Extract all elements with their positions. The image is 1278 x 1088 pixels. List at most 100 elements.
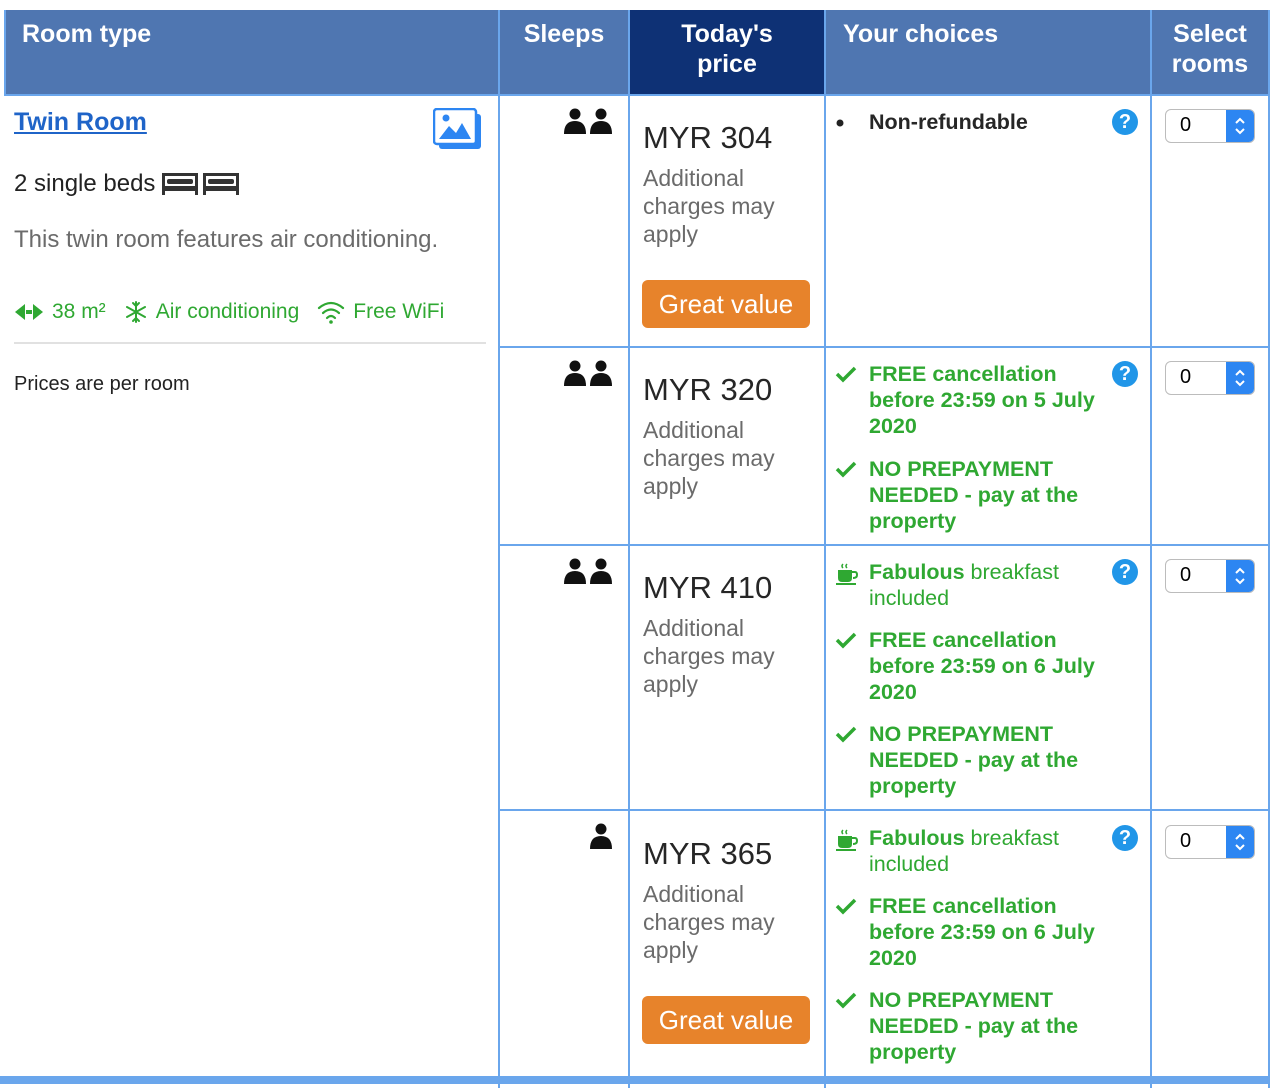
grid-line [1150,10,1152,1088]
header-sleeps-label: Sleeps [523,20,605,48]
header-todays-price: Today's price [630,10,824,96]
breakfast-strong: Fabulous [869,826,965,850]
facility-list: 38 m² Air conditioning Free WiFi [14,300,462,324]
facility-wifi: Free WiFi [317,300,444,324]
great-value-badge: Great value [642,280,810,328]
grid-line [628,10,630,1088]
room-quantity-value: 0 [1180,366,1192,388]
choice-no-prepayment: NO PREPAYMENT NEEDED - pay at the proper… [835,456,1105,534]
choice-non-refundable: Non-refundable [835,109,1105,135]
facility-air-conditioning-text: Air conditioning [155,300,300,323]
room-quantity-value: 0 [1180,564,1192,586]
checkmark-icon [835,361,869,383]
checkmark-icon [835,721,869,743]
header-select-line1: Select [1173,20,1247,48]
grid-line [1268,10,1270,1088]
room-quantity-value: 0 [1180,830,1192,852]
snowflake-icon [125,301,146,323]
additional-charges-note: Additional charges may apply [643,417,775,499]
header-sleeps: Sleeps [500,10,628,96]
price-amount: MYR 304 [643,120,773,155]
help-icon[interactable]: ? [1112,559,1138,585]
additional-charges-note: Additional charges may apply [643,165,775,247]
sleeps-2-icon [563,108,615,139]
choice-text: Fabulous breakfast included [869,559,1105,611]
header-choices-label: Your choices [843,20,999,48]
checkmark-icon [835,456,869,478]
sleeps-1-icon [589,823,615,854]
bullet-icon [835,109,869,133]
header-select-line2: rooms [1171,50,1249,78]
bed-info: 2 single beds [14,169,241,199]
checkmark-icon [835,893,869,915]
bed-info-text: 2 single beds [14,170,156,197]
checkmark-icon [835,987,869,1009]
grid-line [824,10,826,1088]
grid-line [498,346,1270,348]
grid-line [498,10,500,1088]
checkmark-icon [835,627,869,649]
table-bottom-border [0,1076,1268,1084]
choice-text: FREE cancellation before 23:59 on 5 July… [869,362,1095,438]
choice-text: FREE cancellation before 23:59 on 6 July… [869,628,1095,704]
choice-free-cancellation: FREE cancellation before 23:59 on 5 July… [835,361,1105,439]
facility-room-size-text: 38 m² [52,300,106,323]
room-description: This twin room features air conditioning… [14,226,439,253]
choice-text: NO PREPAYMENT NEEDED - pay at the proper… [869,988,1079,1064]
header-price-line1: Today's [681,20,773,48]
prices-per-room-note: Prices are per room [14,373,190,395]
chevron-up-down-icon [1226,362,1254,394]
room-quantity-select[interactable]: 0 [1165,109,1255,143]
price-amount: MYR 410 [643,570,773,605]
choice-free-cancellation: FREE cancellation before 23:59 on 6 July… [835,893,1105,971]
grid-line [4,94,1270,96]
single-bed-icon [162,173,240,195]
room-quantity-select[interactable]: 0 [1165,825,1255,859]
choice-no-prepayment: NO PREPAYMENT NEEDED - pay at the proper… [835,721,1105,799]
choice-text: NO PREPAYMENT NEEDED - pay at the proper… [869,722,1079,798]
help-icon[interactable]: ? [1112,361,1138,387]
room-quantity-value: 0 [1180,114,1192,136]
grid-line [498,809,1270,811]
choice-breakfast: Fabulous breakfast included [835,559,1105,611]
grid-line [4,10,6,96]
header-select-rooms: Select rooms [1152,10,1268,96]
additional-charges-note: Additional charges may apply [643,615,775,697]
photo-gallery-icon[interactable] [432,107,483,151]
choice-text: Fabulous breakfast included [869,825,1105,877]
wifi-icon [318,301,345,324]
additional-charges-note: Additional charges may apply [643,881,775,963]
grid-line [498,544,1270,546]
header-your-choices: Your choices [826,10,1150,96]
facility-room-size: 38 m² [14,300,106,324]
sleeps-2-icon [563,558,615,589]
choice-breakfast: Fabulous breakfast included [835,825,1105,877]
chevron-up-down-icon [1226,110,1254,142]
header-room-type: Room type [6,10,498,96]
choice-free-cancellation: FREE cancellation before 23:59 on 6 July… [835,627,1105,705]
choice-text: FREE cancellation before 23:59 on 6 July… [869,894,1095,970]
choice-text: Non-refundable [869,110,1028,134]
room-title-link[interactable]: Twin Room [14,108,147,137]
room-quantity-select[interactable]: 0 [1165,559,1255,593]
coffee-cup-icon [835,559,869,585]
help-icon[interactable]: ? [1112,825,1138,851]
help-icon[interactable]: ? [1112,109,1138,135]
breakfast-strong: Fabulous [869,560,965,584]
sleeps-2-icon [563,360,615,391]
coffee-cup-icon [835,825,869,851]
price-amount: MYR 365 [643,836,773,871]
choice-no-prepayment: NO PREPAYMENT NEEDED - pay at the proper… [835,987,1105,1065]
facility-air-conditioning: Air conditioning [124,300,300,324]
room-quantity-select[interactable]: 0 [1165,361,1255,395]
chevron-up-down-icon [1226,560,1254,592]
header-price-line2: price [697,50,757,78]
price-amount: MYR 320 [643,372,773,407]
divider [14,342,486,344]
great-value-badge: Great value [642,996,810,1044]
facility-wifi-text: Free WiFi [353,300,445,323]
choice-text: NO PREPAYMENT NEEDED - pay at the proper… [869,457,1079,533]
header-room-type-label: Room type [22,20,152,48]
chevron-up-down-icon [1226,826,1254,858]
room-size-icon [15,304,43,320]
